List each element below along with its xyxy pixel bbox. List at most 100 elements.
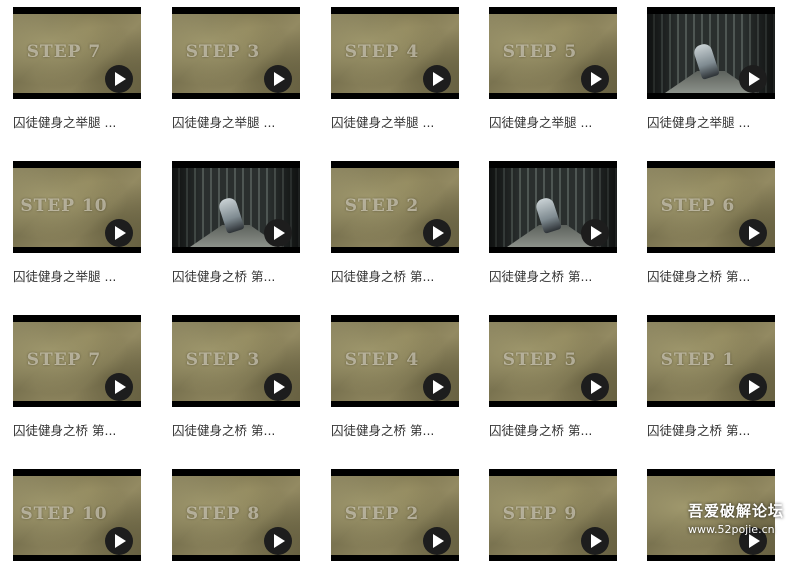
video-thumbnail[interactable]: STEP 10 [13, 469, 141, 561]
video-card[interactable]: STEP 3 囚徒健身之举腿 ... [172, 7, 300, 130]
play-icon [749, 380, 760, 394]
video-title[interactable]: 囚徒健身之举腿 ... [13, 115, 153, 131]
video-title[interactable]: 囚徒健身之举腿 ... [172, 115, 312, 131]
play-icon [274, 380, 285, 394]
video-card[interactable]: STEP 5 囚徒健身之举腿 ... [489, 7, 617, 130]
video-card[interactable]: STEP 10 [13, 469, 141, 561]
video-thumbnail[interactable]: STEP 6 [647, 161, 775, 253]
watermark-title: 吾爱破解论坛 [688, 502, 785, 520]
play-icon [433, 534, 444, 548]
video-card[interactable]: STEP 8 [172, 469, 300, 561]
video-card[interactable]: 囚徒健身之桥 第... [489, 161, 617, 284]
play-button[interactable] [264, 373, 292, 401]
video-thumbnail[interactable]: STEP 5 [489, 315, 617, 407]
play-button[interactable] [739, 65, 767, 93]
video-card[interactable]: STEP 7 囚徒健身之桥 第... [13, 315, 141, 438]
video-card[interactable]: STEP 7 囚徒健身之举腿 ... [13, 7, 141, 130]
video-title[interactable]: 囚徒健身之桥 第... [647, 423, 787, 439]
play-button[interactable] [423, 65, 451, 93]
video-thumbnail[interactable]: STEP 9 [489, 469, 617, 561]
video-card[interactable]: STEP 2 囚徒健身之桥 第... [331, 161, 459, 284]
video-card[interactable]: STEP 5 囚徒健身之桥 第... [489, 315, 617, 438]
play-icon [591, 72, 602, 86]
play-button[interactable] [423, 373, 451, 401]
video-thumbnail[interactable]: STEP 3 [172, 7, 300, 99]
play-icon [115, 380, 126, 394]
video-title[interactable]: 囚徒健身之举腿 ... [647, 115, 787, 131]
video-title[interactable]: 囚徒健身之桥 第... [489, 269, 629, 285]
thumbnail-step-text: STEP 7 [26, 350, 102, 370]
video-grid: STEP 7 囚徒健身之举腿 ... STEP 3 囚徒健身之举腿 ... STEP 4… [0, 0, 800, 561]
thumbnail-step-text: STEP 6 [660, 196, 736, 216]
video-title[interactable]: 囚徒健身之桥 第... [13, 423, 153, 439]
video-thumbnail[interactable]: STEP 4 [331, 315, 459, 407]
video-card[interactable]: STEP 6 囚徒健身之桥 第... [647, 161, 775, 284]
thumbnail-step-text: STEP 3 [185, 42, 261, 62]
video-card[interactable]: STEP 9 [489, 469, 617, 561]
thumbnail-step-text: STEP 2 [344, 504, 420, 524]
video-title[interactable]: 囚徒健身之举腿 ... [331, 115, 471, 131]
play-icon [749, 72, 760, 86]
thumbnail-step-text: STEP 4 [344, 350, 420, 370]
video-thumbnail[interactable]: STEP 10 [13, 161, 141, 253]
play-icon [274, 72, 285, 86]
play-button[interactable] [581, 527, 609, 555]
play-button[interactable] [739, 373, 767, 401]
video-title[interactable]: 囚徒健身之桥 第... [331, 423, 471, 439]
video-title[interactable]: 囚徒健身之举腿 ... [13, 269, 153, 285]
thumbnail-step-text: STEP 5 [502, 42, 578, 62]
play-icon [433, 380, 444, 394]
video-card[interactable]: 囚徒健身之桥 第... [172, 161, 300, 284]
video-card[interactable]: STEP 10 囚徒健身之举腿 ... [13, 161, 141, 284]
video-card[interactable]: STEP 4 囚徒健身之举腿 ... [331, 7, 459, 130]
video-thumbnail[interactable] [489, 161, 617, 253]
thumbnail-step-text: STEP 7 [26, 42, 102, 62]
play-button[interactable] [423, 527, 451, 555]
play-button[interactable] [105, 65, 133, 93]
play-icon [274, 226, 285, 240]
play-button[interactable] [264, 527, 292, 555]
video-thumbnail[interactable] [647, 7, 775, 99]
play-button[interactable] [105, 373, 133, 401]
thumbnail-step-text: STEP 10 [20, 504, 108, 524]
video-thumbnail[interactable]: STEP 5 [489, 7, 617, 99]
video-thumbnail[interactable] [172, 161, 300, 253]
play-button[interactable] [581, 65, 609, 93]
video-title[interactable]: 囚徒健身之桥 第... [647, 269, 787, 285]
play-button[interactable] [264, 219, 292, 247]
play-button[interactable] [105, 219, 133, 247]
video-title[interactable]: 囚徒健身之桥 第... [489, 423, 629, 439]
thumbnail-step-text: STEP 2 [344, 196, 420, 216]
site-watermark: 吾爱破解论坛 www.52pojie.cn [688, 500, 796, 542]
video-card[interactable]: 囚徒健身之举腿 ... [647, 7, 775, 130]
video-title[interactable]: 囚徒健身之桥 第... [172, 423, 312, 439]
video-title[interactable]: 囚徒健身之举腿 ... [489, 115, 629, 131]
play-button[interactable] [264, 65, 292, 93]
video-title[interactable]: 囚徒健身之桥 第... [172, 269, 312, 285]
play-icon [115, 226, 126, 240]
video-card[interactable]: STEP 4 囚徒健身之桥 第... [331, 315, 459, 438]
thumbnail-step-text: STEP 10 [20, 196, 108, 216]
play-button[interactable] [105, 527, 133, 555]
play-button[interactable] [739, 219, 767, 247]
video-card[interactable]: STEP 1 囚徒健身之桥 第... [647, 315, 775, 438]
video-title[interactable]: 囚徒健身之桥 第... [331, 269, 471, 285]
video-thumbnail[interactable]: STEP 1 [647, 315, 775, 407]
video-thumbnail[interactable]: STEP 7 [13, 315, 141, 407]
play-icon [749, 226, 760, 240]
play-icon [591, 534, 602, 548]
video-thumbnail[interactable]: STEP 3 [172, 315, 300, 407]
video-card[interactable]: STEP 3 囚徒健身之桥 第... [172, 315, 300, 438]
video-thumbnail[interactable]: STEP 8 [172, 469, 300, 561]
thumbnail-step-text: STEP 1 [660, 350, 736, 370]
thumbnail-step-text: STEP 5 [502, 350, 578, 370]
video-card[interactable]: STEP 2 [331, 469, 459, 561]
play-button[interactable] [581, 219, 609, 247]
video-thumbnail[interactable]: STEP 4 [331, 7, 459, 99]
play-icon [591, 380, 602, 394]
video-thumbnail[interactable]: STEP 2 [331, 161, 459, 253]
video-thumbnail[interactable]: STEP 7 [13, 7, 141, 99]
video-thumbnail[interactable]: STEP 2 [331, 469, 459, 561]
play-button[interactable] [423, 219, 451, 247]
play-button[interactable] [581, 373, 609, 401]
